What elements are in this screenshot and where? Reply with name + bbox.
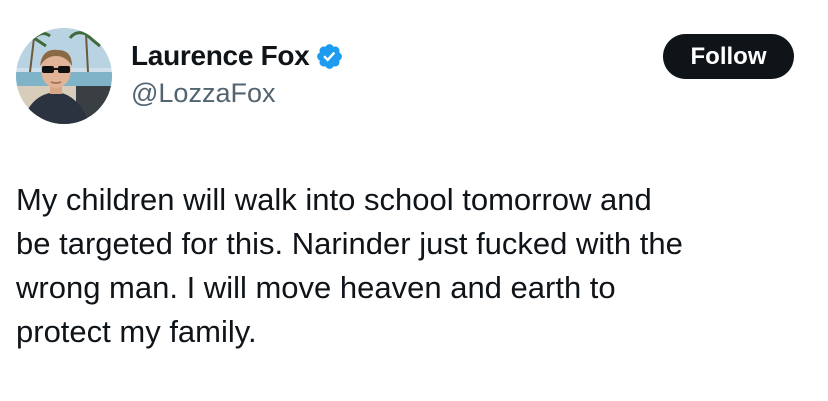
verified-badge-icon bbox=[315, 42, 344, 71]
follow-button[interactable]: Follow bbox=[663, 34, 794, 79]
author-name-row: Laurence Fox bbox=[131, 38, 344, 74]
tweet-text-line: protect my family. bbox=[16, 314, 257, 349]
tweet-text-line: be targeted for this. Narinder just fuck… bbox=[16, 226, 683, 261]
tweet-card: Laurence Fox @LozzaFox Follow My childre… bbox=[0, 0, 828, 401]
author-display-name[interactable]: Laurence Fox bbox=[131, 40, 310, 72]
tweet-text: My children will walk into school tomorr… bbox=[16, 178, 816, 354]
avatar-photo-icon bbox=[16, 28, 112, 124]
tweet-text-line: wrong man. I will move heaven and earth … bbox=[16, 270, 616, 305]
author-avatar[interactable] bbox=[16, 28, 112, 124]
tweet-text-line: My children will walk into school tomorr… bbox=[16, 182, 652, 217]
author-handle[interactable]: @LozzaFox bbox=[131, 78, 275, 109]
